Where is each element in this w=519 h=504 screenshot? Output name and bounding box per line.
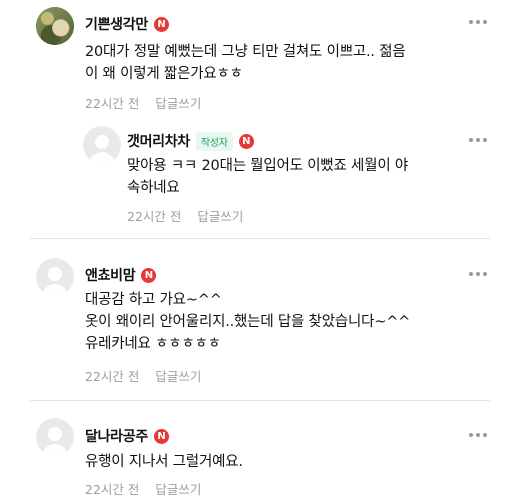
comment-meta: 22시간 전 답글쓰기 <box>85 479 201 498</box>
author-tag: 작성자 <box>195 131 233 151</box>
avatar[interactable] <box>36 258 74 296</box>
reply-button[interactable]: 답글쓰기 <box>155 482 201 497</box>
reply-button[interactable]: 답글쓰기 <box>155 369 201 384</box>
avatar[interactable] <box>36 418 74 456</box>
comment-author[interactable]: 달나라공주 N <box>85 426 169 446</box>
comment-text: 20대가 정말 예뻤는데 그냥 티만 걸쳐도 이쁘고.. 젊음 이 왜 이렇게 … <box>85 41 505 85</box>
more-dots-icon[interactable] <box>469 138 489 144</box>
more-dots-icon[interactable] <box>469 272 489 278</box>
comment-text-line: 유레카네요 ㅎㅎㅎㅎㅎ <box>85 336 221 352</box>
comment-meta: 22시간 전 답글쓰기 <box>85 366 201 385</box>
reply-button[interactable]: 답글쓰기 <box>197 209 243 224</box>
comment-text: 대공감 하고 가요~^^ 옷이 왜이리 안어울리지..했는데 답을 찾았습니다~… <box>85 289 510 355</box>
comment-author[interactable]: 갯머리차차 작성자 N <box>127 131 254 152</box>
divider <box>30 238 490 239</box>
author-name[interactable]: 앤쵸비맘 <box>85 268 136 284</box>
author-name[interactable]: 갯머리차차 <box>127 134 190 150</box>
new-badge: N <box>153 16 169 32</box>
comment-text: 맞아용 ㅋㅋ 20대는 뭘입어도 이뻤죠 세월이 야 속하네요 <box>127 155 507 199</box>
comment-author[interactable]: 기쁜생각만 N <box>85 14 169 34</box>
comment-time: 22시간 전 <box>85 369 140 384</box>
comment-time: 22시간 전 <box>127 209 182 224</box>
comment-text-line: 20대가 정말 예뻤는데 그냥 티만 걸쳐도 이쁘고.. 젊음 <box>85 44 406 60</box>
comment-meta: 22시간 전 답글쓰기 <box>85 93 201 112</box>
comment-time: 22시간 전 <box>85 482 140 497</box>
comment-text-line: 속하네요 <box>127 180 180 196</box>
comment-text: 유행이 지나서 그럴거예요. <box>85 451 505 473</box>
comment-text-line: 이 왜 이렇게 짧은가요ㅎㅎ <box>85 66 243 82</box>
new-badge: N <box>153 428 169 444</box>
avatar[interactable] <box>36 7 74 45</box>
comment-meta: 22시간 전 답글쓰기 <box>127 206 243 225</box>
author-name[interactable]: 달나라공주 <box>85 429 148 445</box>
divider <box>30 400 490 401</box>
comment-text-line: 대공감 하고 가요~^^ <box>85 292 222 308</box>
more-dots-icon[interactable] <box>469 433 489 439</box>
reply-button[interactable]: 답글쓰기 <box>155 96 201 111</box>
comment-text-line: 맞아용 ㅋㅋ 20대는 뭘입어도 이뻤죠 세월이 야 <box>127 158 409 174</box>
author-name[interactable]: 기쁜생각만 <box>85 17 148 33</box>
comment-text-line: 유행이 지나서 그럴거예요. <box>85 454 243 470</box>
new-badge: N <box>238 133 254 149</box>
comment-author[interactable]: 앤쵸비맘 N <box>85 265 157 285</box>
new-badge: N <box>141 267 157 283</box>
comment-time: 22시간 전 <box>85 96 140 111</box>
comment-text-line: 옷이 왜이리 안어울리지..했는데 답을 찾았습니다~^^ <box>85 314 411 330</box>
avatar[interactable] <box>83 126 121 164</box>
more-dots-icon[interactable] <box>469 20 489 26</box>
